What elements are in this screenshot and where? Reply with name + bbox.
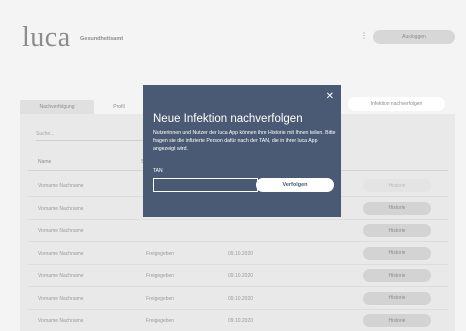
row-name: Vorname Nachname (38, 228, 84, 234)
row-name: Vorname Nachname (38, 318, 84, 324)
column-header-name: Name (38, 159, 52, 165)
modal-description: Nutzerinnen und Nutzer der luca App könn… (153, 130, 336, 152)
luca-logo: luca (22, 22, 71, 53)
vertical-dots-icon[interactable]: ⋮ (360, 32, 368, 40)
history-button[interactable]: Historie (363, 291, 431, 305)
search-input[interactable]: Suche... (36, 131, 54, 137)
row-name: Vorname Nachname (38, 273, 84, 279)
row-name: Vorname Nachname (38, 205, 84, 212)
row-date: 09.10.2020 (228, 273, 254, 279)
tan-input[interactable] (153, 178, 258, 192)
tab-profil[interactable]: Profil (94, 100, 144, 114)
modal-title: Neue Infektion nachverfolgen (153, 113, 303, 125)
tab-bar: Nachverfolgung Profil (20, 100, 144, 114)
verfolgen-button[interactable]: Verfolgen (256, 178, 334, 192)
tab-nachverfolgung[interactable]: Nachverfolgung (20, 100, 94, 114)
history-button[interactable]: Historie (363, 246, 431, 260)
logo-subtitle: Gesundheitsamt (80, 36, 124, 42)
table-row: Vorname Nachname Historie (28, 220, 448, 242)
history-button[interactable]: Historie (363, 201, 431, 215)
history-button[interactable]: Historie (363, 269, 431, 282)
table-row: Vorname Nachname Freigegeben 09.10.2020 His… (28, 265, 448, 287)
row-date: 09.10.2020 (228, 250, 254, 257)
new-infection-modal: ✕ Neue Infektion nachverfolgen Nutzerinn… (143, 85, 341, 217)
table-row: Vorname Nachname Freigegeben 09.10.2020 His… (28, 243, 448, 265)
history-button[interactable]: Historie (363, 224, 431, 237)
history-button[interactable]: Historie (363, 314, 431, 327)
close-icon[interactable]: ✕ (326, 92, 334, 102)
tan-label: TAN (153, 168, 163, 174)
row-date: 09.10.2020 (228, 295, 254, 302)
row-name: Vorname Nachname (38, 295, 84, 302)
table-row: Vorname Nachname Freigegeben 09.10.2020 His… (28, 288, 448, 310)
new-infection-button[interactable]: Infektion nachverfolgen (348, 97, 445, 111)
row-status: Freigegeben (146, 250, 175, 257)
row-name: Vorname Nachname (38, 250, 84, 257)
row-name: Vorname Nachname (38, 183, 84, 189)
row-status: Freigegeben (146, 295, 175, 302)
logout-button[interactable]: Ausloggen (373, 30, 455, 44)
history-button[interactable]: Historie (363, 179, 431, 192)
row-status: Freigegeben (146, 273, 175, 279)
row-status: Freigegeben (146, 318, 175, 324)
table-row: Vorname Nachname Freigegeben 09.10.2020 His… (28, 310, 448, 331)
row-date: 09.10.2020 (228, 318, 254, 324)
